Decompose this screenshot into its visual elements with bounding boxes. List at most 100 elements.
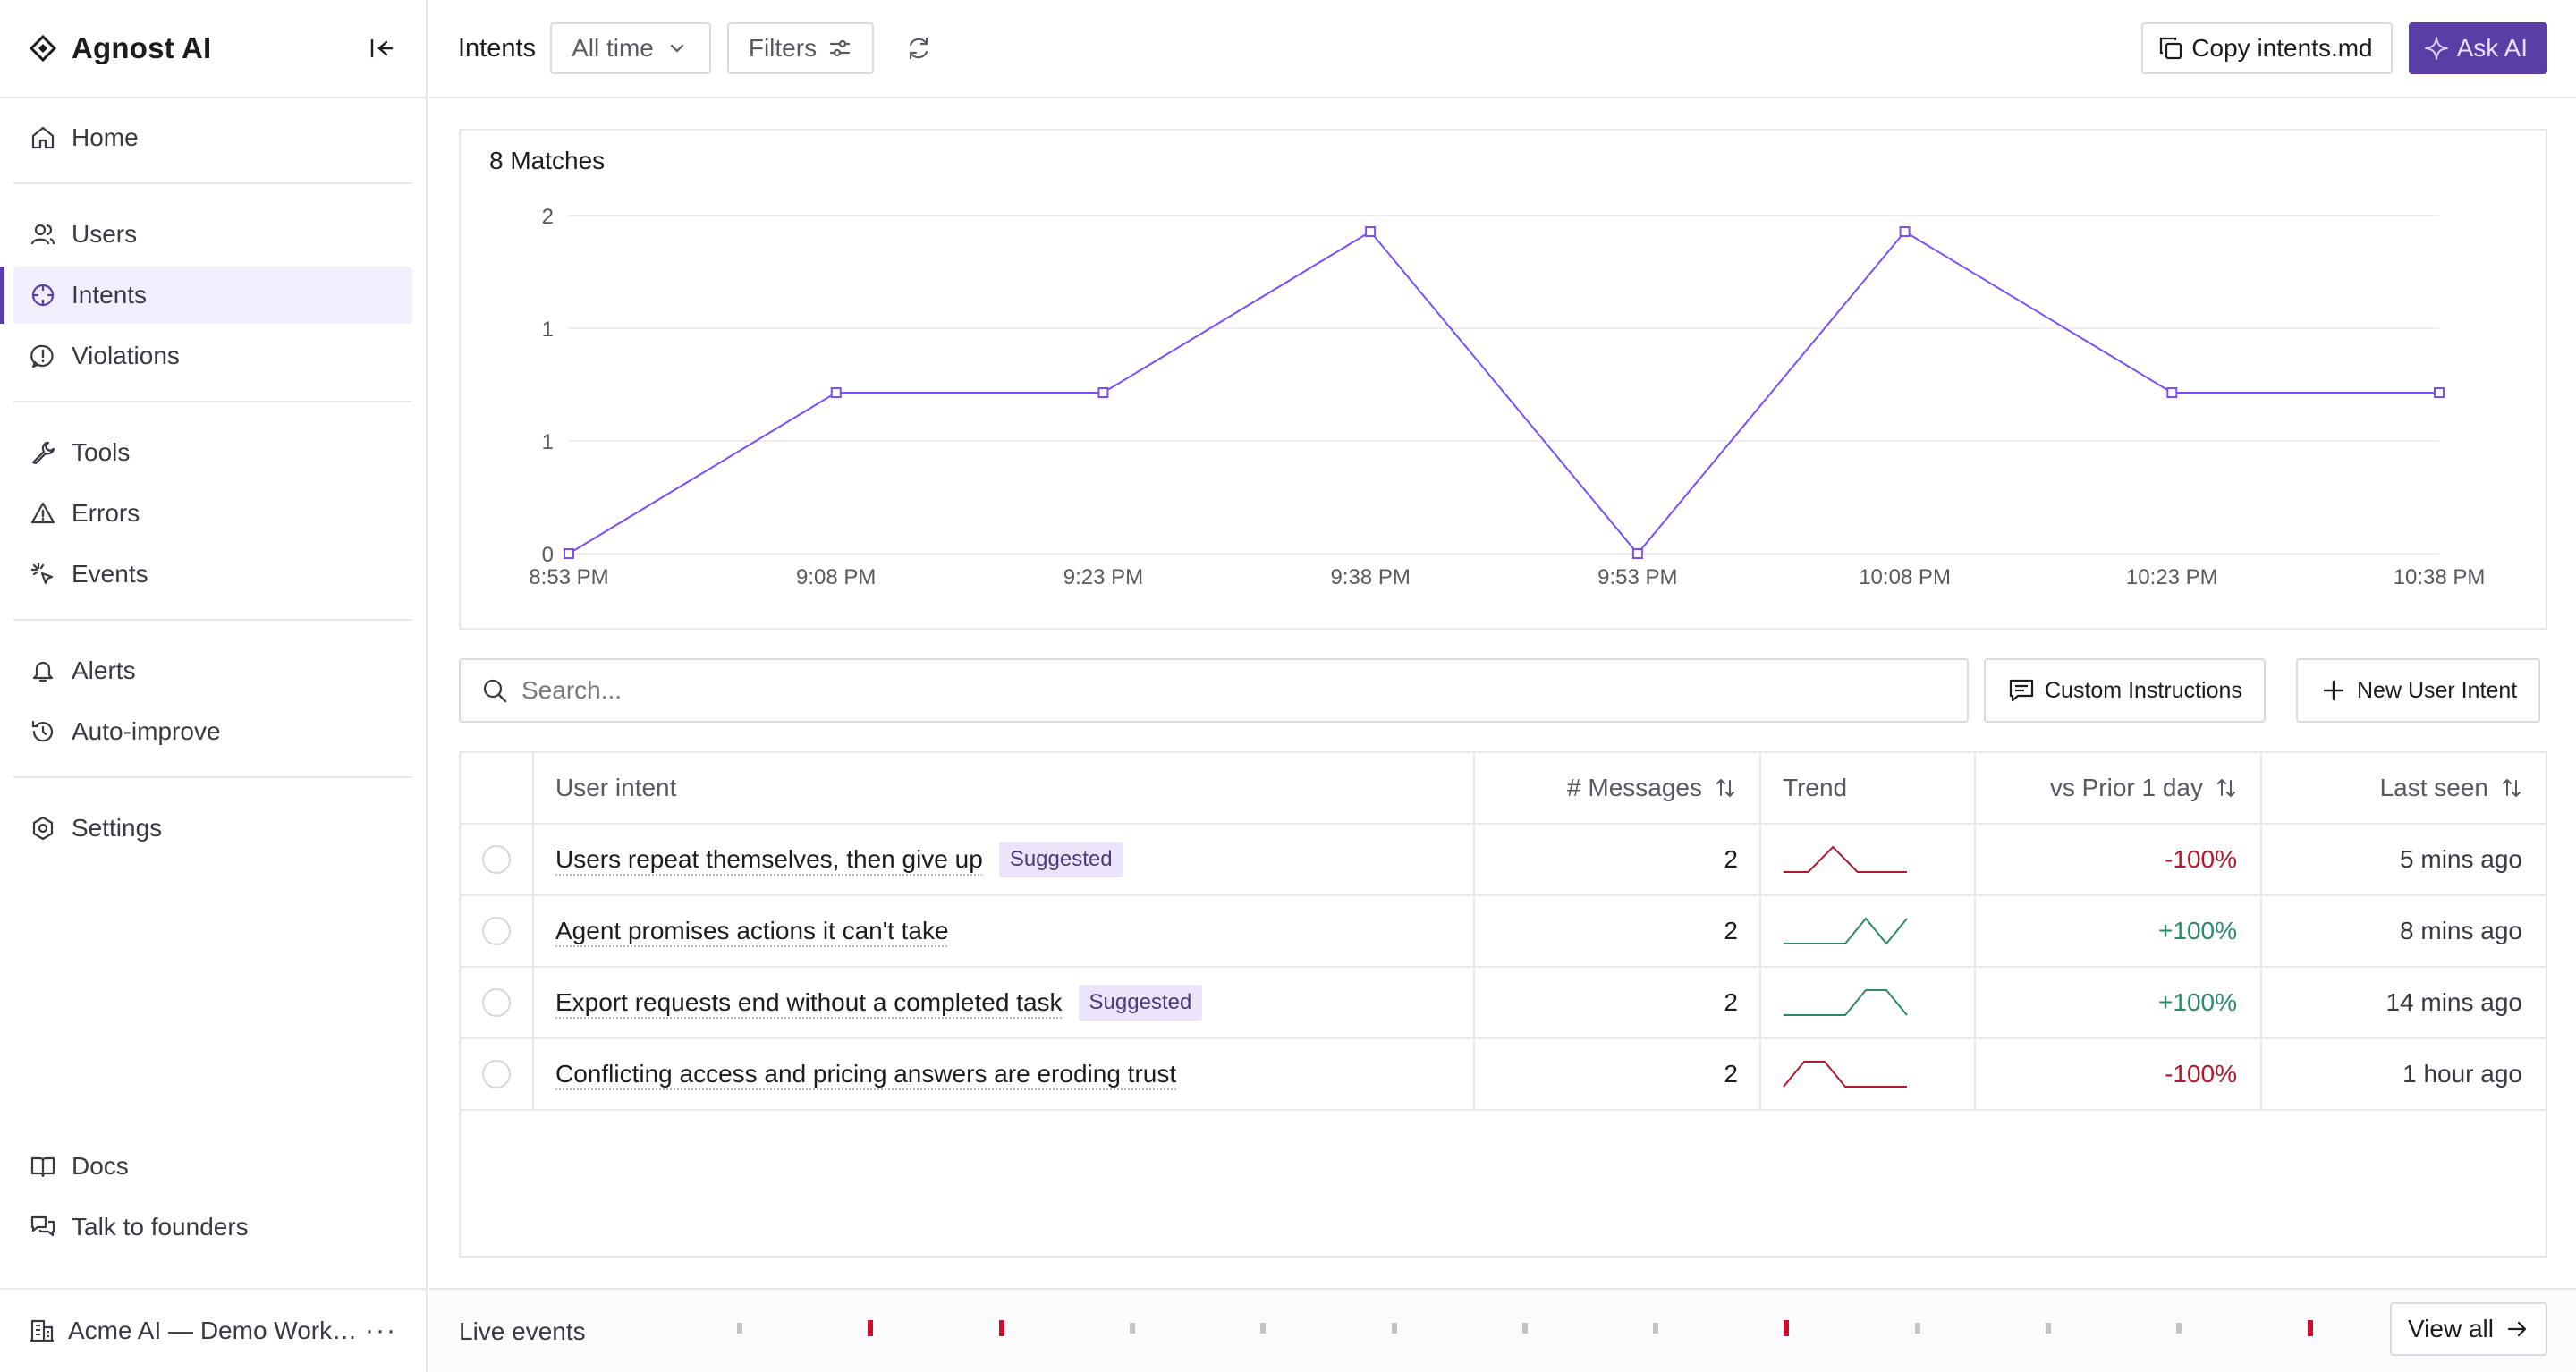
intent-cell: Export requests end without a completed … [532,968,1473,1037]
change-percent: +100% [1974,968,2260,1037]
suggested-badge: Suggested [998,842,1123,877]
intent-link[interactable]: Conflicting access and pricing answers a… [555,1060,1176,1088]
search-input[interactable] [521,676,1947,705]
last-seen: 14 mins ago [2260,968,2546,1037]
page-title: Intents [458,33,537,63]
sidebar-item-alerts[interactable]: Alerts [13,642,412,699]
sparkle-icon [2423,35,2450,62]
live-events-label: Live events [459,1317,586,1345]
sidebar-item-label: Settings [72,814,163,842]
warning-icon [29,499,57,528]
sidebar-item-talk-to-founders[interactable]: Talk to founders [13,1198,412,1256]
table-row[interactable]: Agent promises actions it can't take 2 +… [461,896,2546,968]
sidebar-item-tools[interactable]: Tools [13,424,412,481]
row-checkbox[interactable] [482,1060,511,1088]
sidebar-item-errors[interactable]: Errors [13,485,412,542]
sort-arrows-icon[interactable] [1713,775,1738,800]
sidebar-item-settings[interactable]: Settings [13,800,412,857]
row-checkbox[interactable] [482,988,511,1017]
live-event-tick[interactable] [2176,1323,2182,1334]
sidebar-item-label: Talk to founders [72,1213,249,1241]
intents-table: User intent # Messages Trend vs Prior 1 … [459,751,2547,1258]
row-checkbox[interactable] [482,845,511,874]
live-event-tick[interactable] [2046,1323,2051,1334]
change-percent: -100% [1974,1039,2260,1109]
sparkline-path [1784,989,1908,1016]
table-row[interactable]: Users repeat themselves, then give up Su… [461,825,2546,896]
sidebar-item-intents[interactable]: Intents [0,267,412,324]
custom-instructions-button[interactable]: Custom Instructions [1984,658,2266,723]
live-event-tick[interactable] [1129,1323,1135,1334]
sidebar-item-docs[interactable]: Docs [13,1138,412,1195]
messages-count: 2 [1473,896,1759,966]
column-header-vs-prior[interactable]: vs Prior 1 day [1974,753,2260,823]
workspace-switcher[interactable]: Acme AI — Demo Work… ··· [0,1288,426,1372]
live-event-tick[interactable] [998,1320,1004,1336]
search-box[interactable] [459,658,1969,723]
matches-line-chart: 0 1 1 2 8:53 PM 9:08 PM 9:23 PM 9:38 PM 9:53 PM 1… [529,205,2485,589]
intent-cell: Agent promises actions it can't take [532,896,1473,966]
filters-button[interactable]: Filters [726,22,875,74]
x-tick-label: 9:53 PM [1597,565,1677,589]
sidebar-item-label: Users [72,220,138,248]
collapse-sidebar-icon[interactable] [365,32,397,64]
chevron-down-icon [665,36,690,61]
live-event-tick[interactable] [737,1323,742,1334]
live-event-tick[interactable] [1653,1323,1659,1334]
intent-link[interactable]: Agent promises actions it can't take [555,917,949,945]
time-range-dropdown[interactable]: All time [550,22,711,74]
messages-count: 2 [1473,968,1759,1037]
wrench-icon [29,438,57,467]
sort-arrows-icon[interactable] [2499,775,2524,800]
column-header-last-seen[interactable]: Last seen [2260,753,2546,823]
live-event-tick[interactable] [1391,1323,1397,1334]
live-events-bar: Live events [429,1288,2576,1372]
trend-sparkline [1784,845,1907,873]
divider [13,182,412,184]
data-point [564,548,574,559]
trend-cell [1759,1039,1974,1109]
new-user-intent-button[interactable]: New User Intent [2296,658,2541,723]
sidebar-item-auto-improve[interactable]: Auto-improve [13,703,412,760]
view-all-button[interactable]: View all [2390,1302,2547,1356]
sidebar-item-events[interactable]: Events [13,546,412,603]
column-header-label: Last seen [2379,774,2488,801]
data-point [830,387,842,398]
sidebar-item-label: Docs [72,1152,129,1180]
refresh-icon[interactable] [901,30,936,66]
divider [13,401,412,402]
home-icon [29,123,57,152]
table-row[interactable]: Conflicting access and pricing answers a… [461,1039,2546,1111]
row-checkbox[interactable] [482,917,511,945]
ask-ai-label: Ask AI [2456,34,2528,62]
sort-arrows-icon[interactable] [2214,775,2239,800]
live-event-tick[interactable] [1521,1323,1528,1334]
intent-link[interactable]: Users repeat themselves, then give up [555,845,983,874]
live-event-tick[interactable] [1914,1323,1920,1334]
y-tick-label: 1 [542,318,554,342]
column-header-label: User intent [555,774,677,801]
live-event-tick[interactable] [2307,1320,2313,1336]
sidebar-item-violations[interactable]: Violations [13,327,412,385]
last-seen: 8 mins ago [2260,896,2546,966]
column-header-messages[interactable]: # Messages [1473,753,1759,823]
x-tick-label: 9:38 PM [1330,565,1410,589]
sidebar-item-label: Events [72,560,148,588]
more-options-icon[interactable]: ··· [365,1316,397,1346]
intent-link[interactable]: Export requests end without a completed … [555,988,1063,1017]
sidebar-bottom-links: Docs Talk to founders [13,1138,412,1259]
live-event-tick[interactable] [1784,1320,1790,1336]
table-row[interactable]: Export requests end without a completed … [461,968,2546,1039]
trend-sparkline [1784,917,1908,945]
brand-name: Agnost AI [72,31,212,64]
copy-intents-button[interactable]: Copy intents.md [2141,22,2393,74]
column-header-label: vs Prior 1 day [2049,774,2203,801]
column-header-user-intent[interactable]: User intent [532,753,1473,823]
live-event-tick[interactable] [868,1320,874,1336]
ask-ai-button[interactable]: Ask AI [2408,22,2547,74]
sidebar-item-home[interactable]: Home [13,109,412,166]
live-event-tick[interactable] [1260,1323,1267,1334]
workspace-name: Acme AI — Demo Work… [68,1317,358,1344]
sidebar-item-users[interactable]: Users [13,206,412,263]
sidebar-item-label: Auto-improve [72,717,221,745]
